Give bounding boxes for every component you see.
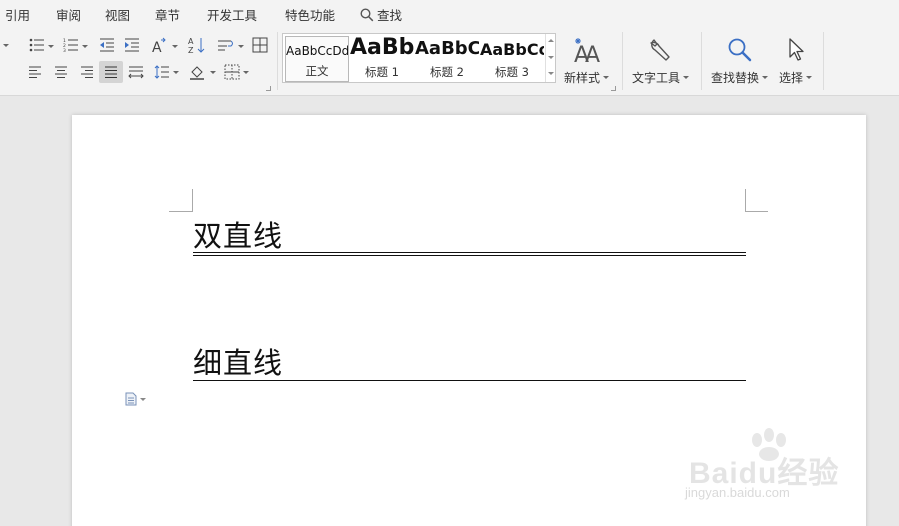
show-formatting-icon[interactable]: [216, 35, 236, 55]
chevron-down-icon[interactable]: [243, 71, 249, 74]
ribbon: 123 A AZ AaBbCcDd 正文 AaBb 标题 1 AaBbC 标题 …: [0, 26, 899, 96]
chevron-up-icon[interactable]: [548, 39, 554, 42]
margin-corner-mark: [169, 211, 192, 212]
menu-special-features[interactable]: 特色功能: [285, 5, 335, 24]
select-button[interactable]: 选择: [779, 35, 813, 86]
expand-gallery-icon[interactable]: [548, 72, 554, 75]
divider: [701, 32, 702, 90]
chevron-down-icon: [603, 76, 610, 79]
divider: [277, 32, 278, 90]
style-label: 标题 3: [495, 65, 529, 79]
paragraph-layout-button[interactable]: [125, 392, 146, 406]
line-spacing-icon[interactable]: [152, 62, 172, 82]
text-tools-button[interactable]: 文字工具: [632, 35, 690, 86]
style-label: 标题 2: [430, 65, 464, 79]
chevron-down-icon[interactable]: [82, 45, 88, 48]
margin-corner-mark: [192, 189, 193, 212]
menu-developer-tools[interactable]: 开发工具: [207, 5, 257, 24]
align-center-icon[interactable]: [51, 62, 71, 82]
style-heading-3[interactable]: AaBbCc 标题 3: [480, 36, 544, 82]
svg-text:A: A: [585, 43, 600, 64]
menu-chapter[interactable]: 章节: [155, 5, 180, 24]
bullet-list-icon[interactable]: [27, 35, 47, 55]
sort-icon[interactable]: AZ: [187, 35, 207, 55]
menu-search[interactable]: 查找: [360, 5, 402, 24]
search-label: 查找: [377, 8, 403, 23]
increase-indent-icon[interactable]: [122, 35, 142, 55]
menu-bar: 引用 审阅 视图 章节 开发工具 特色功能 查找: [0, 0, 899, 26]
distributed-align-icon[interactable]: [126, 62, 146, 82]
style-label: 标题 1: [365, 65, 399, 79]
style-normal[interactable]: AaBbCcDd 正文: [285, 36, 349, 82]
paragraph-layout-icon: [125, 392, 137, 406]
chevron-down-icon[interactable]: [173, 71, 179, 74]
select-label: 选择: [779, 71, 804, 85]
numbered-list-icon[interactable]: 123: [61, 35, 81, 55]
thin-line-divider: [193, 380, 746, 381]
find-replace-button[interactable]: 查找替换: [711, 35, 769, 86]
justify-icon[interactable]: [99, 61, 123, 83]
align-right-icon[interactable]: [77, 62, 97, 82]
divider: [622, 32, 623, 90]
cursor-arrow-icon: [779, 35, 812, 65]
heading-thin-line[interactable]: 细直线: [193, 340, 283, 382]
search-icon: [360, 7, 374, 21]
style-label: 正文: [305, 64, 329, 78]
double-line-divider: [193, 252, 746, 256]
chevron-down-icon[interactable]: [548, 56, 554, 59]
style-preview: AaBbCcDd: [286, 44, 348, 58]
borders-icon[interactable]: [222, 62, 242, 82]
styles-launcher-icon[interactable]: [611, 86, 616, 91]
character-spacing-icon[interactable]: A: [150, 35, 170, 55]
align-left-icon[interactable]: [25, 62, 45, 82]
style-heading-1[interactable]: AaBb 标题 1: [350, 36, 414, 82]
chevron-down-icon[interactable]: [3, 44, 9, 47]
menu-view[interactable]: 视图: [105, 5, 130, 24]
margin-corner-mark: [745, 189, 746, 212]
table-grid-icon[interactable]: [250, 35, 270, 55]
menu-references[interactable]: 引用: [5, 5, 30, 24]
chevron-down-icon[interactable]: [172, 45, 178, 48]
gallery-scrollbar[interactable]: [545, 34, 555, 82]
svg-text:A: A: [152, 40, 162, 53]
heading-double-line[interactable]: 双直线: [193, 213, 283, 255]
menu-review[interactable]: 审阅: [56, 5, 81, 24]
decrease-indent-icon[interactable]: [97, 35, 117, 55]
chevron-down-icon[interactable]: [210, 71, 216, 74]
svg-text:A: A: [188, 37, 194, 46]
chevron-down-icon[interactable]: [48, 45, 54, 48]
watermark-url: jingyan.baidu.com: [685, 485, 790, 500]
chevron-down-icon: [806, 76, 813, 79]
find-replace-label: 查找替换: [711, 71, 760, 85]
chevron-down-icon: [140, 397, 146, 401]
chevron-down-icon: [762, 76, 769, 79]
new-style-button[interactable]: AA 新样式: [564, 35, 610, 86]
paragraph-settings-launcher-icon[interactable]: [266, 86, 271, 91]
divider: [823, 32, 824, 90]
style-preview: AaBbCc: [480, 40, 544, 59]
new-style-icon: AA: [564, 35, 609, 65]
style-gallery: AaBbCcDd 正文 AaBb 标题 1 AaBbC 标题 2 AaBbCc …: [282, 33, 556, 83]
wrench-icon: [632, 35, 689, 65]
style-preview: AaBbC: [415, 38, 479, 59]
svg-text:3: 3: [63, 48, 66, 52]
chevron-down-icon[interactable]: [238, 45, 244, 48]
watermark: Baidu经验 jingyan.baidu.com: [665, 428, 885, 518]
style-heading-2[interactable]: AaBbC 标题 2: [415, 36, 479, 82]
magnifier-icon: [711, 35, 768, 65]
style-preview: AaBb: [350, 36, 414, 60]
chevron-down-icon: [683, 76, 690, 79]
svg-text:Z: Z: [188, 46, 194, 54]
shading-icon[interactable]: [188, 62, 208, 82]
text-tools-label: 文字工具: [632, 71, 681, 85]
margin-corner-mark: [745, 211, 768, 212]
new-style-label: 新样式: [564, 71, 601, 85]
